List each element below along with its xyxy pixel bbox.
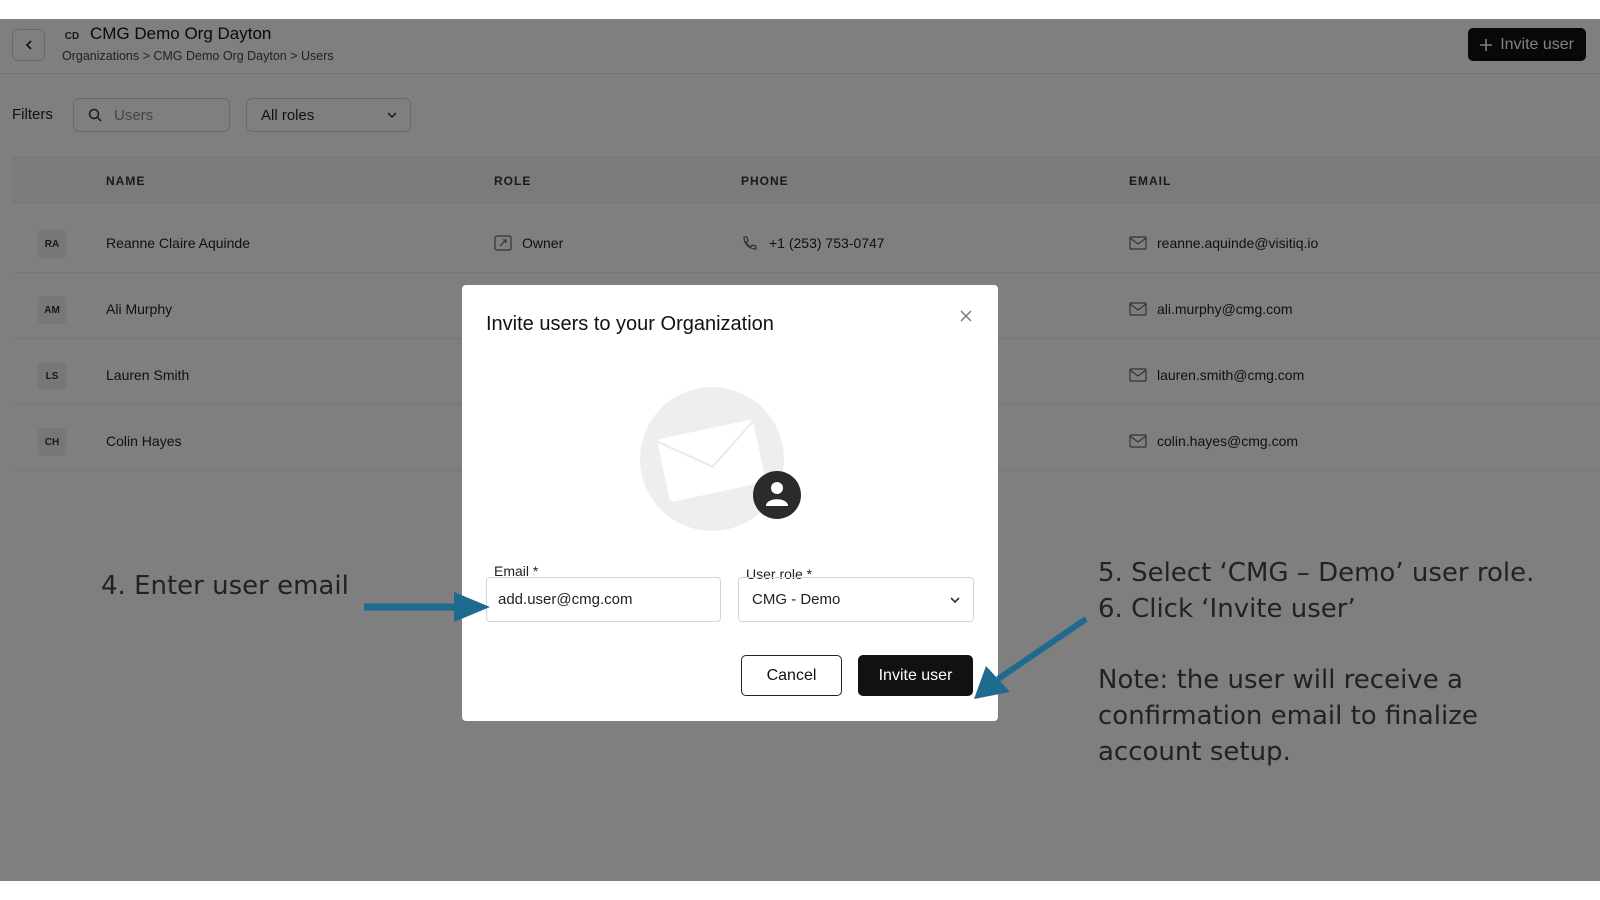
envelope-user-illustration-icon (640, 387, 801, 531)
invite-user-button[interactable]: Invite user (858, 655, 973, 696)
note-line-1: Note: the user will receive a (1098, 665, 1463, 695)
step-6-annotation: 6. Click ‘Invite user’ (1098, 594, 1356, 624)
close-button[interactable] (960, 305, 972, 328)
close-icon (960, 310, 972, 322)
chevron-down-icon (950, 596, 960, 603)
modal-title: Invite users to your Organization (486, 313, 774, 335)
arrow-to-invite-icon (974, 616, 1088, 699)
email-field[interactable] (486, 577, 721, 622)
step-4-annotation: 4. Enter user email (101, 571, 349, 601)
step-5-annotation: 5. Select ‘CMG – Demo’ user role. (1098, 558, 1535, 588)
invite-users-modal: Invite users to your Organization Email … (462, 285, 998, 721)
note-line-3: account setup. (1098, 737, 1291, 767)
note-line-2: confirmation email to finalize (1098, 701, 1478, 731)
screenshot-stage: CD CMG Demo Org Dayton Organizations > C… (0, 19, 1600, 881)
user-role-value: CMG - Demo (752, 591, 841, 608)
arrow-to-email-icon (364, 592, 490, 622)
cancel-button[interactable]: Cancel (741, 655, 842, 696)
user-role-select[interactable]: CMG - Demo (738, 577, 974, 622)
